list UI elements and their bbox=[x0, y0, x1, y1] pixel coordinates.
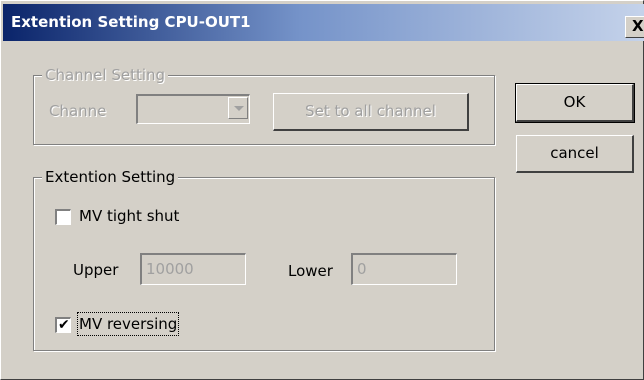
mv-tight-shut-label: MV tight shut bbox=[79, 207, 180, 225]
mv-reversing-label: MV reversing bbox=[76, 312, 180, 336]
window-title: Extention Setting CPU-OUT1 bbox=[11, 13, 251, 31]
upper-input[interactable]: 10000 bbox=[140, 253, 246, 285]
ok-button[interactable]: OK bbox=[515, 83, 635, 123]
lower-label: Lower bbox=[288, 262, 333, 280]
extention-setting-label: Extention Setting bbox=[42, 167, 179, 187]
mv-reversing-checkbox[interactable]: ✔ bbox=[55, 317, 71, 333]
set-to-all-channel-button[interactable]: Set to all channel bbox=[273, 93, 469, 131]
chevron-down-icon[interactable] bbox=[228, 97, 248, 119]
mv-tight-shut-checkbox[interactable] bbox=[55, 209, 71, 225]
title-bar[interactable]: Extention Setting CPU-OUT1 X bbox=[3, 4, 644, 41]
dialog-window: Extention Setting CPU-OUT1 X Channel Set… bbox=[0, 0, 644, 380]
check-icon: ✔ bbox=[58, 317, 70, 333]
channel-label: Channe bbox=[49, 102, 107, 120]
upper-label: Upper bbox=[73, 261, 119, 279]
lower-input[interactable]: 0 bbox=[351, 253, 457, 285]
cancel-button[interactable]: cancel bbox=[516, 135, 634, 173]
close-button[interactable]: X bbox=[625, 16, 644, 38]
channel-setting-label: Channel Setting bbox=[42, 65, 169, 85]
channel-combobox[interactable] bbox=[136, 94, 250, 124]
